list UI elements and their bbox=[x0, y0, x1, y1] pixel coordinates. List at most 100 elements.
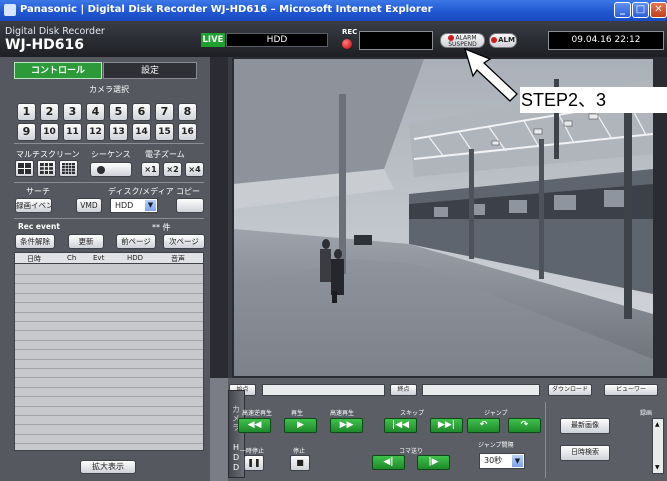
start-point-field[interactable] bbox=[262, 384, 385, 396]
play-label: 再生 bbox=[291, 410, 304, 417]
status-display bbox=[359, 31, 433, 50]
viewer-button[interactable]: ビューワー bbox=[604, 384, 658, 396]
pause-icon: ❚❚ bbox=[247, 458, 261, 467]
fast-rewind-button[interactable]: ◀◀ bbox=[238, 418, 271, 433]
stop-button[interactable]: ■ bbox=[290, 455, 310, 471]
frame-advance-label: コマ送り bbox=[399, 448, 424, 455]
disk-media-label: ディスク/メディア bbox=[108, 187, 174, 196]
camera-button-6[interactable]: 6 bbox=[132, 103, 151, 121]
camera-button-14[interactable]: 14 bbox=[132, 123, 151, 141]
camera-button-11[interactable]: 11 bbox=[63, 123, 82, 141]
camera-button-9[interactable]: 9 bbox=[17, 123, 36, 141]
rec-event-button-3[interactable]: 前ページ bbox=[116, 234, 156, 249]
fast-forward-icon: ▶▶ bbox=[339, 420, 354, 430]
ezoom-button-3[interactable]: ×4 bbox=[185, 162, 204, 177]
skip-back-button[interactable]: |◀◀ bbox=[384, 418, 417, 433]
minimize-button[interactable]: _ bbox=[614, 2, 631, 18]
search-label: サーチ bbox=[26, 187, 50, 196]
close-button[interactable]: ✕ bbox=[650, 2, 667, 18]
rec-label: REC bbox=[342, 28, 358, 36]
ie-app-icon bbox=[4, 4, 16, 16]
event-list-table[interactable] bbox=[14, 252, 204, 451]
camera-button-4[interactable]: 4 bbox=[86, 103, 105, 121]
camera-hdd-side-tab[interactable]: カメラ HDD bbox=[228, 390, 245, 478]
window-titlebar: Panasonic | Digital Disk Recorder WJ-HD6… bbox=[0, 0, 667, 21]
skip-forward-button[interactable]: ▶▶| bbox=[430, 418, 463, 433]
quad-screen-button[interactable] bbox=[15, 160, 34, 177]
date-search-button[interactable]: 日時検索 bbox=[560, 445, 610, 461]
event-column-header: HDD bbox=[127, 254, 144, 262]
disk-media-select[interactable]: HDD ▼ bbox=[110, 198, 158, 213]
rec-lamp-icon bbox=[342, 39, 352, 49]
jump-forward-button[interactable]: ↷ bbox=[508, 418, 541, 433]
pause-button[interactable]: ❚❚ bbox=[244, 455, 264, 471]
camera-button-8[interactable]: 8 bbox=[178, 103, 197, 121]
download-button[interactable]: ダウンロード bbox=[548, 384, 592, 396]
end-point-field[interactable] bbox=[422, 384, 540, 396]
sixteen-screen-button[interactable] bbox=[59, 160, 78, 177]
camera-button-2[interactable]: 2 bbox=[40, 103, 59, 121]
pause-label: 一時停止 bbox=[240, 448, 265, 455]
nine-screen-button[interactable] bbox=[37, 160, 56, 177]
recording-scrollbar[interactable]: ▲ ▼ bbox=[652, 418, 664, 474]
ezoom-button-2[interactable]: ×2 bbox=[163, 162, 182, 177]
camera-button-15[interactable]: 15 bbox=[155, 123, 174, 141]
jump-label: ジャンプ bbox=[484, 410, 508, 417]
maximize-button[interactable]: □ bbox=[632, 2, 649, 18]
camera-button-12[interactable]: 12 bbox=[86, 123, 105, 141]
event-column-header: 日時 bbox=[27, 255, 41, 263]
end-point-button[interactable]: 終点 bbox=[390, 384, 417, 396]
fast-forward-button[interactable]: ▶▶ bbox=[330, 418, 363, 433]
quad-grid-icon bbox=[18, 163, 31, 174]
rec-event-search-button[interactable]: 録画イベント bbox=[15, 198, 52, 213]
divider bbox=[14, 218, 204, 219]
vmd-search-button[interactable]: VMD bbox=[76, 198, 102, 213]
camera-button-13[interactable]: 13 bbox=[109, 123, 128, 141]
frame-back-button[interactable]: ◀| bbox=[372, 455, 405, 470]
window-title: Panasonic | Digital Disk Recorder WJ-HD6… bbox=[20, 4, 433, 15]
stop-icon: ■ bbox=[296, 458, 304, 467]
jump-interval-label: ジャンプ間隔 bbox=[478, 442, 514, 449]
fast-rewind-icon: ◀◀ bbox=[247, 420, 262, 430]
chevron-down-icon: ▼ bbox=[512, 455, 523, 467]
zoom-display-button[interactable]: 拡大表示 bbox=[80, 460, 136, 474]
jump-back-icon: ↶ bbox=[479, 420, 488, 430]
latest-image-button[interactable]: 最新画像 bbox=[560, 418, 610, 434]
model-name: WJ-HD616 bbox=[5, 37, 85, 53]
divider bbox=[14, 143, 204, 144]
play-icon: ▶ bbox=[297, 420, 304, 430]
camera-button-7[interactable]: 7 bbox=[155, 103, 174, 121]
camera-button-16[interactable]: 16 bbox=[178, 123, 197, 141]
skip-forward-icon: ▶▶| bbox=[437, 420, 456, 430]
jump-interval-value: 30秒 bbox=[484, 456, 503, 465]
jump-interval-select[interactable]: 30秒 ▼ bbox=[479, 453, 525, 469]
scroll-up-icon: ▲ bbox=[655, 421, 660, 428]
fast-forward-label: 高速再生 bbox=[330, 410, 355, 417]
play-button[interactable]: ▶ bbox=[284, 418, 317, 433]
tab-control[interactable]: コントロール bbox=[14, 62, 102, 79]
scroll-down-icon: ▼ bbox=[655, 464, 660, 471]
fast-rewind-label: 高速逆再生 bbox=[242, 410, 273, 417]
frame-back-icon: ◀| bbox=[383, 457, 394, 467]
tab-settings[interactable]: 設定 bbox=[103, 62, 197, 79]
ezoom-label: 電子ズーム bbox=[145, 150, 185, 159]
sequence-label: シーケンス bbox=[91, 150, 131, 159]
alm-label: ALM bbox=[498, 36, 515, 44]
rec-event-button-4[interactable]: 次ページ bbox=[163, 234, 205, 249]
camera-button-10[interactable]: 10 bbox=[40, 123, 59, 141]
camera-button-1[interactable]: 1 bbox=[17, 103, 36, 121]
sequence-button[interactable] bbox=[90, 162, 132, 177]
frame-forward-button[interactable]: |▶ bbox=[417, 455, 450, 470]
camera-select-label: カメラ選択 bbox=[89, 85, 129, 94]
jump-back-button[interactable]: ↶ bbox=[467, 418, 500, 433]
disk-media-value: HDD bbox=[115, 201, 134, 210]
camera-button-5[interactable]: 5 bbox=[109, 103, 128, 121]
rec-event-button-2[interactable]: 更新 bbox=[68, 234, 104, 249]
camera-button-3[interactable]: 3 bbox=[63, 103, 82, 121]
recording-label: 録画 bbox=[640, 410, 653, 417]
rec-event-button-1[interactable]: 条件解除 bbox=[15, 234, 55, 249]
ezoom-button-1[interactable]: ×1 bbox=[141, 162, 160, 177]
copy-button[interactable] bbox=[176, 198, 204, 213]
skip-back-icon: |◀◀ bbox=[391, 420, 410, 430]
nine-grid-icon bbox=[40, 163, 53, 174]
